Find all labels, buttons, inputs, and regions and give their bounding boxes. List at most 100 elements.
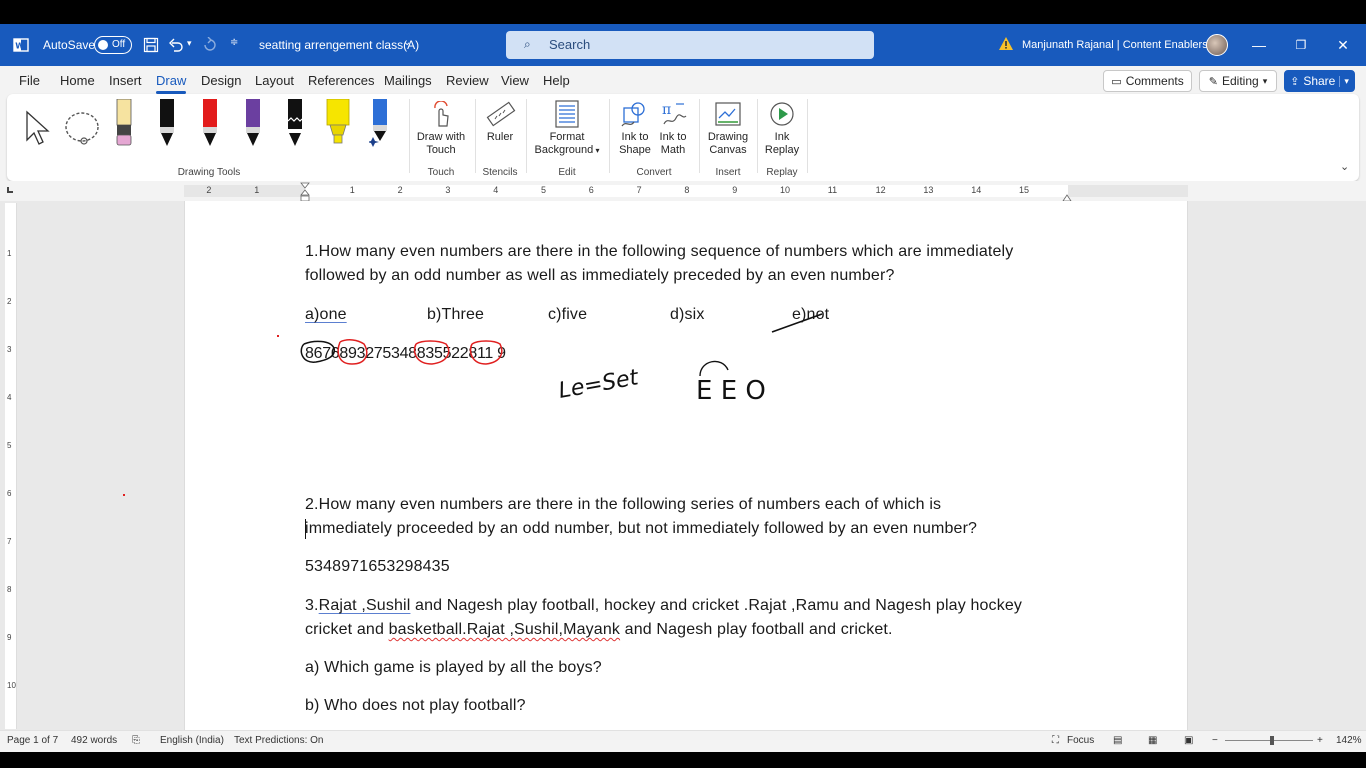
- print-layout-icon[interactable]: ▦: [1148, 735, 1157, 746]
- right-indent-marker-icon[interactable]: [1062, 189, 1072, 202]
- word-count[interactable]: 492 words: [71, 735, 117, 746]
- action-pen-icon[interactable]: [367, 99, 391, 149]
- chevron-down-icon: ▾: [1339, 75, 1349, 87]
- ink-arc: [699, 360, 729, 377]
- share-icon: ⇪: [1290, 75, 1300, 88]
- ink-replay-icon[interactable]: [768, 100, 796, 133]
- group-label-insert: Insert: [715, 167, 741, 178]
- ink-to-shape-button[interactable]: Ink to Shape: [614, 131, 656, 157]
- comments-button[interactable]: ▭ Comments: [1103, 70, 1192, 92]
- ruler-number: 1: [254, 185, 260, 195]
- zoom-slider-thumb[interactable]: [1270, 736, 1274, 745]
- ink-note-eeo: E E O: [696, 376, 766, 406]
- ink-circle-black: [300, 340, 336, 363]
- drawing-canvas-button[interactable]: Drawing Canvas: [704, 131, 752, 157]
- collapse-ribbon-icon[interactable]: ⌄: [1340, 160, 1349, 173]
- question-3-line-2[interactable]: cricket and basketball.Rajat ,Sushil,May…: [305, 621, 893, 639]
- tab-draw[interactable]: Draw: [156, 73, 187, 94]
- focus-button[interactable]: Focus: [1067, 735, 1094, 746]
- zoom-out-icon[interactable]: −: [1212, 735, 1218, 746]
- tab-insert[interactable]: Insert: [109, 73, 142, 88]
- question-2-line-2[interactable]: immediately proceeded by an odd number, …: [305, 520, 977, 538]
- document-title[interactable]: seatting arrengement class(A): [259, 38, 419, 52]
- search-box[interactable]: ⌕ Search: [506, 31, 874, 59]
- question-3-text-3: and Nagesh play football and cricket.: [620, 621, 893, 638]
- autosave-toggle[interactable]: Off: [94, 36, 132, 54]
- ink-to-shape-icon[interactable]: [620, 100, 648, 133]
- ink-to-math-button[interactable]: Ink to Math: [652, 131, 694, 157]
- close-button[interactable]: ✕: [1320, 24, 1366, 66]
- zoom-level[interactable]: 142%: [1336, 735, 1362, 746]
- highlighter-yellow-icon[interactable]: [326, 98, 350, 149]
- read-mode-icon[interactable]: ▤: [1113, 735, 1122, 746]
- undo-icon[interactable]: [168, 37, 184, 58]
- language-indicator[interactable]: English (India): [160, 735, 224, 746]
- lasso-select-icon[interactable]: [64, 110, 102, 153]
- tab-home[interactable]: Home: [60, 73, 95, 88]
- pen-black-icon[interactable]: [158, 99, 176, 149]
- vertical-ruler[interactable]: [5, 203, 17, 729]
- question-a[interactable]: a) Which game is played by all the boys?: [305, 659, 602, 677]
- word-app-icon[interactable]: W: [13, 37, 29, 53]
- select-cursor-icon[interactable]: [24, 110, 52, 153]
- sequence-2[interactable]: 5348971653298435: [305, 558, 450, 576]
- warning-icon[interactable]: [998, 36, 1014, 57]
- chevron-down-icon[interactable]: ⌄: [403, 37, 411, 48]
- tab-references[interactable]: References: [308, 73, 374, 88]
- web-layout-icon[interactable]: ▣: [1184, 735, 1193, 746]
- vertical-ruler-number: 6: [7, 489, 12, 498]
- tab-design[interactable]: Design: [201, 73, 241, 88]
- undo-dropdown-icon[interactable]: ▾: [187, 38, 192, 49]
- group-label-replay: Replay: [766, 167, 798, 178]
- draw-with-touch-icon[interactable]: [431, 100, 451, 132]
- question-b[interactable]: b) Who does not play football?: [305, 697, 526, 715]
- text-predictions[interactable]: Text Predictions: On: [234, 735, 323, 746]
- redo-icon[interactable]: [202, 36, 218, 58]
- pen-purple-icon[interactable]: [244, 99, 262, 149]
- draw-with-touch-button[interactable]: Draw with Touch: [413, 131, 469, 157]
- pen-red-icon[interactable]: [201, 99, 219, 149]
- tab-layout[interactable]: Layout: [255, 73, 294, 88]
- user-name[interactable]: Manjunath Rajanal | Content Enablers: [1022, 39, 1208, 51]
- tab-mailings[interactable]: Mailings: [384, 73, 432, 88]
- pen-black-textured-icon[interactable]: [286, 99, 304, 149]
- question-1-line-1[interactable]: 1.How many even numbers are there in the…: [305, 243, 1013, 261]
- search-input[interactable]: Search: [549, 37, 590, 52]
- save-icon[interactable]: [143, 37, 159, 58]
- restore-icon: ❐: [1295, 38, 1307, 52]
- restore-button[interactable]: ❐: [1278, 24, 1324, 66]
- tab-review[interactable]: Review: [446, 73, 489, 88]
- tab-view[interactable]: View: [501, 73, 529, 88]
- ruler-icon[interactable]: [486, 100, 516, 133]
- ink-annotations[interactable]: Le=Set E E O: [270, 300, 830, 410]
- page-count[interactable]: Page 1 of 7: [7, 735, 58, 746]
- avatar[interactable]: [1206, 34, 1228, 56]
- ink-replay-button[interactable]: Ink Replay: [762, 131, 802, 157]
- tab-help[interactable]: Help: [543, 73, 570, 88]
- pencil-yellow-icon[interactable]: [115, 98, 133, 149]
- focus-icon[interactable]: ⛶: [1052, 735, 1059, 746]
- share-button[interactable]: ⇪ Share ▾: [1284, 70, 1355, 92]
- tab-file[interactable]: File: [19, 73, 40, 88]
- ruler-number: 15: [1019, 185, 1030, 195]
- format-background-icon[interactable]: [554, 100, 580, 133]
- customize-toolbar-icon[interactable]: ≑: [230, 37, 238, 48]
- question-2-line-1[interactable]: 2.How many even numbers are there in the…: [305, 496, 941, 514]
- proofing-icon[interactable]: ⎘: [132, 735, 140, 746]
- format-background-button[interactable]: Format Background ▾: [530, 131, 604, 157]
- zoom-slider[interactable]: [1225, 740, 1313, 741]
- editing-button[interactable]: ✎ Editing ▾: [1199, 70, 1277, 92]
- question-3-line-1[interactable]: 3.Rajat ,Sushil and Nagesh play football…: [305, 597, 1022, 615]
- ruler-button[interactable]: Ruler: [479, 131, 521, 144]
- zoom-in-icon[interactable]: +: [1317, 735, 1323, 746]
- drawing-canvas-icon[interactable]: [714, 100, 742, 133]
- minimize-button[interactable]: —: [1236, 24, 1282, 66]
- question-1-line-2[interactable]: followed by an odd number as well as imm…: [305, 267, 895, 285]
- indent-marker-icon[interactable]: [300, 182, 310, 202]
- format-background-label-1: Format: [549, 131, 585, 143]
- ruler-number: 7: [636, 185, 642, 195]
- names-spellcheck: Rajat ,Sushil: [318, 597, 411, 614]
- ink-to-math-label-1: Ink to: [659, 131, 687, 143]
- ink-to-math-icon[interactable]: π: [660, 100, 688, 133]
- tab-selector-icon[interactable]: [7, 187, 13, 193]
